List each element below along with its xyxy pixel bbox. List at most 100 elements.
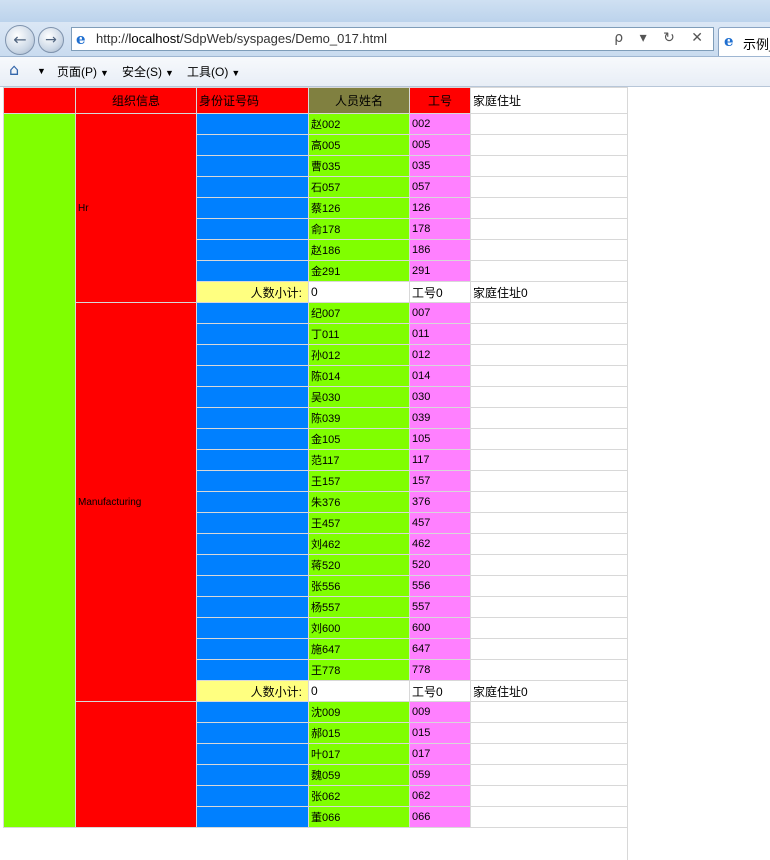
tab-title: 示例_ (743, 37, 770, 52)
id-card-cell (196, 176, 309, 198)
name-cell: 王457 (308, 512, 410, 534)
name-cell: 金105 (308, 428, 410, 450)
header-id-card: 身份证号码 (196, 87, 309, 114)
back-button[interactable]: ← (5, 25, 35, 55)
address-bar[interactable]: e http://localhost/SdpWeb/syspages/Demo_… (71, 27, 714, 51)
header-row: 组织信息 身份证号码 人员姓名 工号 家庭住址 (3, 87, 628, 114)
name-cell: 蒋520 (308, 554, 410, 576)
job-no-cell: 647 (409, 638, 471, 660)
job-no-cell: 600 (409, 617, 471, 639)
name-cell: 曹035 (308, 155, 410, 177)
subtotal-count: 0 (308, 680, 410, 702)
name-cell: 沈009 (308, 701, 410, 723)
name-cell: 金291 (308, 260, 410, 282)
id-card-cell (196, 491, 309, 513)
address-cell (470, 806, 628, 828)
address-cell (470, 344, 628, 366)
address-cell (470, 596, 628, 618)
address-tools[interactable]: ρ ▾ ↻ ✕ (614, 30, 709, 46)
chevron-down-icon: ▼ (231, 68, 241, 78)
tab-ie-icon: e (724, 32, 734, 50)
chevron-down-icon: ▼ (165, 68, 174, 78)
job-no-cell: 059 (409, 764, 471, 786)
name-cell: 杨557 (308, 596, 410, 618)
id-card-cell (196, 638, 309, 660)
name-cell: 刘462 (308, 533, 410, 555)
job-no-cell: 015 (409, 722, 471, 744)
name-cell: 刘600 (308, 617, 410, 639)
home-icon[interactable]: ⌂ (9, 61, 27, 79)
home-dropdown[interactable]: ▼ (34, 63, 46, 77)
name-cell: 吴030 (308, 386, 410, 408)
job-no-cell: 376 (409, 491, 471, 513)
id-card-cell (196, 617, 309, 639)
name-cell: 俞178 (308, 218, 410, 240)
subtotal-job-no: 工号0 (409, 680, 471, 702)
job-no-cell: 007 (409, 302, 471, 324)
address-cell (470, 407, 628, 429)
job-no-cell: 556 (409, 575, 471, 597)
url-host: localhost (128, 31, 180, 46)
id-card-cell (196, 533, 309, 555)
job-no-cell: 009 (409, 701, 471, 723)
id-card-cell (196, 596, 309, 618)
address-cell (470, 365, 628, 387)
name-cell: 董066 (308, 806, 410, 828)
address-cell (470, 197, 628, 219)
subtotal-label: 人数小计: (196, 281, 309, 303)
address-cell (470, 134, 628, 156)
address-cell (470, 764, 628, 786)
job-no-cell: 030 (409, 386, 471, 408)
subtotal-address: 家庭住址0 (470, 281, 628, 303)
table-row: Manufacturing 纪007 007 (4, 302, 628, 702)
id-card-cell (196, 701, 309, 723)
header-address: 家庭住址 (470, 87, 628, 114)
address-cell (470, 323, 628, 345)
table-row: 沈009 009 (4, 701, 628, 828)
url-text[interactable]: http://localhost/SdpWeb/syspages/Demo_01… (96, 31, 387, 46)
id-card-cell (196, 113, 309, 135)
back-arrow-icon: ← (13, 30, 27, 49)
safety-menu[interactable]: 安全(S) ▼ (122, 63, 174, 80)
address-cell (470, 239, 628, 261)
browser-tab[interactable]: e 示例_ (718, 27, 770, 56)
name-cell: 郝015 (308, 722, 410, 744)
org-cell: Manufacturing (75, 302, 197, 702)
job-no-cell: 520 (409, 554, 471, 576)
job-no-cell: 017 (409, 743, 471, 765)
name-cell: 施647 (308, 638, 410, 660)
id-card-cell (196, 575, 309, 597)
tools-menu-label: 工具(O) (187, 65, 229, 79)
id-card-cell (196, 722, 309, 744)
address-cell (470, 428, 628, 450)
tools-menu[interactable]: 工具(O) ▼ (187, 63, 240, 80)
name-cell: 魏059 (308, 764, 410, 786)
id-card-cell (196, 407, 309, 429)
header-org: 组织信息 (75, 87, 197, 114)
address-cell (470, 659, 628, 681)
address-row: ← → e http://localhost/SdpWeb/syspages/D… (0, 22, 770, 57)
name-cell: 王778 (308, 659, 410, 681)
job-no-cell: 005 (409, 134, 471, 156)
id-card-cell (196, 344, 309, 366)
job-no-cell: 066 (409, 806, 471, 828)
id-card-cell (196, 764, 309, 786)
forward-button[interactable]: → (38, 27, 64, 53)
page-menu[interactable]: 页面(P) ▼ (57, 63, 109, 80)
name-cell: 丁011 (308, 323, 410, 345)
job-no-cell: 557 (409, 596, 471, 618)
job-no-cell: 039 (409, 407, 471, 429)
subtotal-address: 家庭住址0 (470, 680, 628, 702)
address-cell (470, 386, 628, 408)
header-name: 人员姓名 (308, 87, 410, 114)
report-table: 组织信息 身份证号码 人员姓名 工号 家庭住址 Hr 赵002 002 高005 005… (3, 87, 628, 828)
job-no-cell: 126 (409, 197, 471, 219)
page-edge-line (627, 87, 628, 860)
name-cell: 王157 (308, 470, 410, 492)
chevron-down-icon: ▼ (100, 68, 109, 78)
name-cell: 朱376 (308, 491, 410, 513)
org-cell (75, 701, 197, 828)
level-column (3, 113, 76, 828)
job-no-cell: 002 (409, 113, 471, 135)
address-cell (470, 260, 628, 282)
